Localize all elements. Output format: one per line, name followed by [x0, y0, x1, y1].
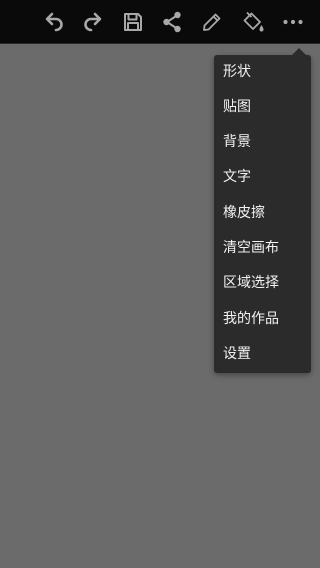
undo-button[interactable] [39, 7, 69, 37]
pencil-icon [203, 13, 221, 31]
more-button[interactable] [278, 7, 308, 37]
pencil-button[interactable] [197, 7, 227, 37]
toolbar [0, 0, 320, 44]
save-button[interactable] [118, 7, 148, 37]
menu-item-sticker[interactable]: 贴图 [214, 90, 311, 125]
paint-bucket-button[interactable] [238, 7, 268, 37]
menu-caret [292, 48, 306, 55]
more-menu: 形状 贴图 背景 文字 橡皮擦 清空画布 区域选择 我的作品 设置 [214, 48, 311, 373]
menu-item-clear-canvas[interactable]: 清空画布 [214, 231, 311, 266]
menu-item-area-select[interactable]: 区域选择 [214, 266, 311, 301]
share-icon [163, 11, 181, 33]
menu-item-eraser[interactable]: 橡皮擦 [214, 196, 311, 231]
menu-item-text[interactable]: 文字 [214, 160, 311, 195]
menu-item-shape[interactable]: 形状 [214, 55, 311, 90]
redo-icon [84, 12, 102, 32]
menu-item-my-works[interactable]: 我的作品 [214, 302, 311, 337]
menu-item-background[interactable]: 背景 [214, 125, 311, 160]
menu-item-settings[interactable]: 设置 [214, 337, 311, 372]
share-button[interactable] [157, 7, 187, 37]
save-icon [124, 13, 142, 31]
more-icon [283, 19, 303, 25]
undo-icon [45, 12, 63, 32]
paint-bucket-icon [243, 11, 264, 32]
redo-button[interactable] [78, 7, 108, 37]
